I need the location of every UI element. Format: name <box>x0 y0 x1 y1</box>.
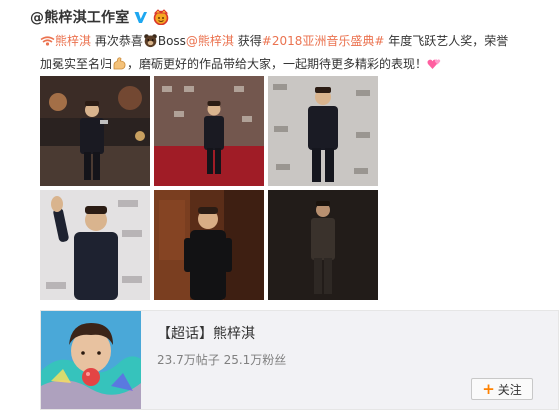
follow-label: 关注 <box>497 382 522 397</box>
plus-icon: + <box>482 379 495 398</box>
bear-emoji-icon <box>143 33 158 48</box>
card-thumbnail[interactable] <box>41 311 141 409</box>
post-text: 熊梓淇 再次恭喜 Boss@熊梓淇 获得#2018亚洲音乐盛典# 年度飞跃艺人奖… <box>40 30 510 76</box>
author-name[interactable]: @熊梓淇工作室 <box>30 7 129 27</box>
text-segment-1: 再次恭喜 <box>91 34 143 48</box>
text-segment-boss: Boss <box>157 34 186 48</box>
photo-5[interactable] <box>154 190 264 300</box>
verified-v-icon[interactable] <box>133 10 148 25</box>
card-title[interactable]: 【超话】熊梓淇 <box>157 323 255 343</box>
follow-button[interactable]: + 关注 <box>471 378 533 400</box>
photo-2[interactable] <box>154 76 264 186</box>
photo-grid <box>40 76 380 300</box>
crown-badge-icon[interactable] <box>152 9 170 25</box>
photo-1[interactable] <box>40 76 150 186</box>
hearts-emoji-icon <box>427 56 442 71</box>
post-count: 23.7万帖子 <box>157 353 220 367</box>
text-segment-2: 获得 <box>233 34 262 48</box>
mention-link-1[interactable]: 熊梓淇 <box>55 34 91 48</box>
photo-4[interactable] <box>40 190 150 300</box>
mention-link-2[interactable]: @熊梓淇 <box>186 34 234 48</box>
fan-count: 25.1万粉丝 <box>223 353 287 367</box>
hashtag-link[interactable]: #2018亚洲音乐盛典# <box>262 34 385 48</box>
super-topic-card[interactable]: 【超话】熊梓淇 23.7万帖子 25.1万粉丝 + 关注 <box>40 310 559 410</box>
super-topic-icon <box>40 33 55 48</box>
flex-arm-emoji-icon <box>112 56 127 71</box>
photo-3[interactable] <box>268 76 378 186</box>
photo-6[interactable] <box>268 190 378 300</box>
card-stats: 23.7万帖子 25.1万粉丝 <box>157 351 286 368</box>
text-segment-4: ，磨砺更好的作品带给大家，一起期待更多精彩的表现！ <box>127 57 428 71</box>
post-header: @熊梓淇工作室 <box>30 6 170 28</box>
